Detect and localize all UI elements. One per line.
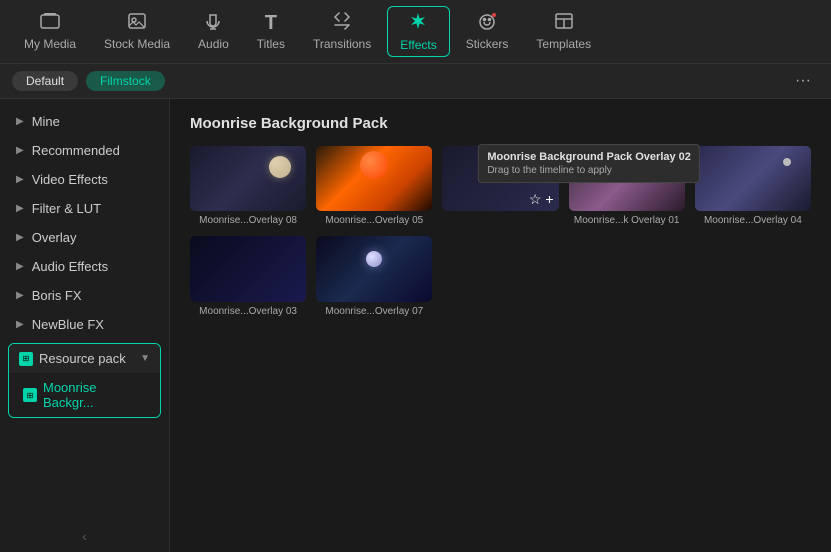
thumb-overlay-05[interactable]: Moonrise...Overlay 05 (316, 146, 432, 226)
pill-filmstock[interactable]: Filmstock (86, 71, 165, 91)
nav-my-media[interactable]: My Media (12, 8, 88, 55)
nav-stickers-label: Stickers (466, 37, 509, 51)
thumb-02-overlay-icons: ☆ + (524, 188, 559, 211)
resource-pack-label: Resource pack (39, 351, 126, 366)
sidebar-item-video-effects-label: Video Effects (32, 172, 108, 187)
sidebar-collapse-button[interactable]: ‹ (82, 528, 87, 544)
main-layout: ▶ Mine ▶ Recommended ▶ Video Effects ▶ F… (0, 99, 831, 552)
thumb-overlay-07[interactable]: Moonrise...Overlay 07 (316, 236, 432, 316)
my-media-icon (40, 12, 60, 33)
recommended-arrow-icon: ▶ (16, 145, 24, 156)
nav-templates[interactable]: Templates (524, 8, 603, 55)
effects-grid: Moonrise...Overlay 08 Moonrise...Overlay… (190, 146, 811, 317)
resource-pack-arrow-icon: ▼ (140, 353, 150, 364)
audio-icon (204, 12, 222, 33)
video-effects-arrow-icon: ▶ (16, 174, 24, 185)
nav-effects[interactable]: Effects (387, 6, 449, 57)
sidebar-item-recommended[interactable]: ▶ Recommended (0, 136, 169, 165)
sidebar-item-boris-fx-label: Boris FX (32, 288, 82, 303)
thumb-overlay-08[interactable]: Moonrise...Overlay 08 (190, 146, 306, 226)
nav-stock-media[interactable]: Stock Media (92, 8, 182, 55)
sidebar-item-newblue-fx-label: NewBlue FX (32, 317, 104, 332)
nav-audio-label: Audio (198, 37, 229, 51)
nav-titles-label: Titles (257, 37, 285, 51)
thumb-01-label: Moonrise...k Overlay 01 (569, 215, 685, 226)
resource-pack-section: ⊞ Resource pack ▼ ⊞ Moonrise Backgr... (8, 343, 161, 418)
nav-transitions-label: Transitions (313, 37, 371, 51)
content-area: Moonrise Background Pack Moonrise...Over… (170, 99, 831, 552)
sidebar-item-overlay[interactable]: ▶ Overlay (0, 223, 169, 252)
boris-fx-arrow-icon: ▶ (16, 290, 24, 301)
stock-media-icon (127, 12, 147, 33)
moonrise-bg-label: Moonrise Backgr... (43, 380, 146, 410)
sidebar-item-newblue-fx[interactable]: ▶ NewBlue FX (0, 310, 169, 339)
thumb-overlay-02[interactable]: ☆ + Moonrise Background Pack Overlay 02 … (442, 146, 558, 226)
thumb-04-label: Moonrise...Overlay 04 (695, 215, 811, 226)
thumb-07-preview (316, 236, 432, 301)
resource-pack-icon: ⊞ (19, 352, 33, 366)
audio-effects-arrow-icon: ▶ (16, 261, 24, 272)
thumb-07-label: Moonrise...Overlay 07 (316, 306, 432, 317)
nav-stickers[interactable]: Stickers (454, 8, 521, 55)
content-title: Moonrise Background Pack (190, 115, 811, 132)
thumb-03-label: Moonrise...Overlay 03 (190, 306, 306, 317)
plus-icon[interactable]: + (545, 191, 553, 208)
thumb-03-preview (190, 236, 306, 301)
nav-templates-label: Templates (536, 37, 591, 51)
more-options-button[interactable]: ··· (787, 70, 819, 92)
thumb-01-preview (569, 146, 685, 211)
thumb-04-preview (695, 146, 811, 211)
sidebar-item-mine-label: Mine (32, 114, 60, 129)
nav-audio[interactable]: Audio (186, 8, 241, 55)
sidebar-item-filter-lut[interactable]: ▶ Filter & LUT (0, 194, 169, 223)
top-nav: My Media Stock Media Audio T Titles (0, 0, 831, 64)
nav-titles[interactable]: T Titles (245, 9, 297, 55)
sidebar-item-boris-fx[interactable]: ▶ Boris FX (0, 281, 169, 310)
sidebar-item-overlay-label: Overlay (32, 230, 77, 245)
sidebar-item-video-effects[interactable]: ▶ Video Effects (0, 165, 169, 194)
stickers-icon (477, 12, 497, 33)
sidebar: ▶ Mine ▶ Recommended ▶ Video Effects ▶ F… (0, 99, 170, 552)
overlay-arrow-icon: ▶ (16, 232, 24, 243)
thumb-05-preview (316, 146, 432, 211)
nav-my-media-label: My Media (24, 37, 76, 51)
nav-transitions[interactable]: Transitions (301, 8, 383, 55)
sidebar-item-mine[interactable]: ▶ Mine (0, 107, 169, 136)
thumb-02-preview: ☆ + (442, 146, 558, 211)
filter-lut-arrow-icon: ▶ (16, 203, 24, 214)
pill-default[interactable]: Default (12, 71, 78, 91)
star-icon[interactable]: ☆ (529, 191, 542, 208)
sidebar-item-audio-effects[interactable]: ▶ Audio Effects (0, 252, 169, 281)
nav-stock-media-label: Stock Media (104, 37, 170, 51)
nav-effects-label: Effects (400, 38, 436, 52)
transitions-icon (331, 12, 353, 33)
sidebar-item-filter-lut-label: Filter & LUT (32, 201, 101, 216)
templates-icon (554, 12, 574, 33)
pill-filmstock-label: Filmstock (100, 74, 151, 88)
moonrise-bg-item[interactable]: ⊞ Moonrise Backgr... (9, 373, 160, 417)
resource-pack-header[interactable]: ⊞ Resource pack ▼ (9, 344, 160, 373)
pill-default-label: Default (26, 74, 64, 88)
titles-icon: T (265, 13, 277, 33)
thumb-overlay-01[interactable]: Moonrise...k Overlay 01 (569, 146, 685, 226)
mine-arrow-icon: ▶ (16, 116, 24, 127)
newblue-fx-arrow-icon: ▶ (16, 319, 24, 330)
moonrise-bg-icon: ⊞ (23, 388, 37, 402)
effects-icon (408, 11, 428, 34)
sidebar-item-recommended-label: Recommended (32, 143, 120, 158)
thumb-08-label: Moonrise...Overlay 08 (190, 215, 306, 226)
sub-nav: Default Filmstock ··· (0, 64, 831, 99)
thumb-overlay-03[interactable]: Moonrise...Overlay 03 (190, 236, 306, 316)
thumb-08-preview (190, 146, 306, 211)
thumb-overlay-04[interactable]: Moonrise...Overlay 04 (695, 146, 811, 226)
thumb-05-label: Moonrise...Overlay 05 (316, 215, 432, 226)
sidebar-item-audio-effects-label: Audio Effects (32, 259, 108, 274)
